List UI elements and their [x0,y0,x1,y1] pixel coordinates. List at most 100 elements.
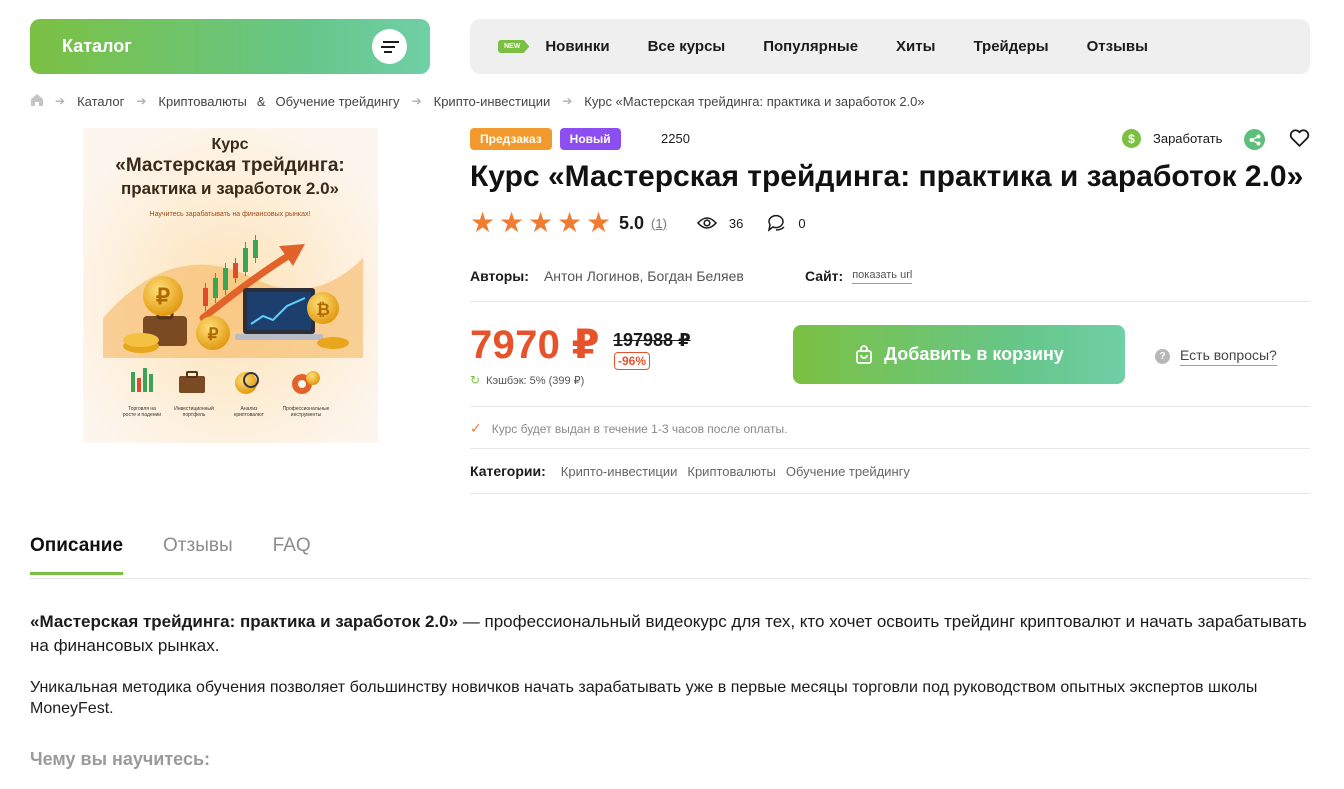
cover-line-3: практика и заработок 2.0» [121,179,339,198]
categories-row: Категории: Крипто-инвестиции Криптовалют… [470,463,920,479]
rating-row: ★ ★ ★ ★ ★ 5.0 (1) 36 0 [470,209,806,237]
breadcrumb-crypto[interactable]: Криптовалюты [158,94,246,109]
views-counter: 36 [696,215,744,231]
share-icon[interactable] [1244,129,1265,150]
site-row: Сайт: показать url [805,268,913,284]
star-rating[interactable]: ★ ★ ★ ★ ★ [470,209,615,237]
rating-count-link[interactable]: (1) [651,216,667,231]
nav-link-traders[interactable]: Трейдеры [973,38,1048,55]
product-title: Курс «Мастерская трейдинга: практика и з… [470,160,1304,193]
add-to-cart-label: Добавить в корзину [884,344,1064,364]
tab-reviews[interactable]: Отзывы [163,535,233,575]
nav-link-hits[interactable]: Хиты [896,38,935,55]
authors-value[interactable]: Антон Логинов, Богдан Беляев [544,268,744,284]
star-icon: ★ [499,207,525,238]
questions-label: Есть вопросы? [1180,347,1277,366]
categories-label: Категории: [470,463,546,479]
star-icon: ★ [557,207,583,238]
breadcrumb-current: Курс «Мастерская трейдинга: практика и з… [584,93,925,109]
heart-icon[interactable] [1289,128,1310,153]
show-url-link[interactable]: показать url [852,269,913,284]
category-tag[interactable]: Криптовалюты [687,464,775,479]
description-paragraph-1: «Мастерская трейдинга: практика и зарабо… [30,610,1310,658]
dollar-coin-icon: $ [1122,129,1141,148]
cashback: ↻ Кэшбэк: 5% (399 ₽) [470,373,584,387]
tab-description[interactable]: Описание [30,535,124,575]
breadcrumb-trading[interactable]: Обучение трейдингу [276,94,400,109]
divider [470,301,1310,302]
breadcrumb-ampersand: & [256,93,266,109]
old-price: 197988 ₽ [613,330,691,350]
nav-link-popular[interactable]: Популярные [763,38,858,55]
description-course-name: «Мастерская трейдинга: практика и зарабо… [30,612,459,631]
home-icon[interactable] [31,93,43,109]
svg-text:Инвестиционный: Инвестиционный [174,405,214,412]
svg-text:росте и падении: росте и падении [123,412,161,418]
breadcrumb-crypto-investments[interactable]: Крипто-инвестиции [434,94,551,109]
authors-row: Авторы: Антон Логинов, Богдан Беляев [470,268,744,284]
question-icon: ? [1155,349,1170,364]
svg-text:портфель: портфель [183,412,206,418]
arrow-right-icon: ➔ [136,94,147,108]
divider [470,406,1310,407]
preorder-badge: Предзаказ [470,128,552,150]
comments-count: 0 [798,215,806,231]
star-icon: ★ [586,207,612,238]
svg-text:криптовалют: криптовалют [234,412,264,418]
refresh-icon: ↻ [470,373,481,387]
new-product-badge: Новый [559,128,621,150]
delivery-note: ✓ Курс будет выдан в течение 1-3 часов п… [470,420,788,437]
catalog-button[interactable]: Каталог [30,19,430,74]
shopping-bag-icon [854,344,874,365]
check-icon: ✓ [470,420,482,436]
comments-counter[interactable]: 0 [767,214,806,232]
cover-tagline: Научитесь зарабатывать на финансовых рын… [150,210,311,218]
star-icon: ★ [470,207,496,238]
product-cover-image[interactable]: Курс «Мастерская трейдинга: практика и з… [83,128,378,443]
product-code: 2250 [661,131,690,146]
category-tag[interactable]: Обучение трейдингу [786,464,910,479]
breadcrumb-catalog[interactable]: Каталог [77,94,124,109]
breadcrumb: ➔ Каталог ➔ Криптовалюты & Обучение трей… [31,93,925,109]
discount-badge: -96% [614,352,651,370]
add-to-cart-button[interactable]: Добавить в корзину [793,325,1125,384]
divider [470,448,1310,449]
eye-icon [696,217,717,229]
cover-line-2: «Мастерская трейдинга: [115,155,344,176]
cover-line-1: Курс [211,136,248,153]
new-badge: NEW [498,40,530,53]
svg-text:₽: ₽ [156,284,170,309]
tabs-divider [30,578,1310,579]
star-icon: ★ [528,207,554,238]
delivery-text: Курс будет выдан в течение 1-3 часов пос… [491,421,788,436]
authors-label: Авторы: [470,268,529,284]
catalog-label: Каталог [62,36,132,56]
nav-link-new[interactable]: Новинки [545,38,609,55]
divider [470,493,1310,494]
svg-text:₽: ₽ [208,325,219,344]
price: 7970 ₽ [470,323,600,367]
arrow-right-icon: ➔ [411,94,422,108]
top-navigation: NEW Новинки Все курсы Популярные Хиты Тр… [470,19,1310,74]
svg-text:₿: ₿ [316,300,330,319]
earn-button[interactable]: $ Заработать [1122,129,1222,148]
description-paragraph-2: Уникальная методика обучения позволяет б… [30,679,1258,717]
questions-link[interactable]: ? Есть вопросы? [1155,347,1277,366]
tab-faq[interactable]: FAQ [273,535,311,575]
arrow-right-icon: ➔ [562,94,573,108]
rating-value: 5.0 [619,212,645,233]
nav-link-reviews[interactable]: Отзывы [1087,38,1148,55]
nav-link-all-courses[interactable]: Все курсы [648,38,726,55]
cashback-text: Кэшбэк: 5% (399 ₽) [486,374,585,387]
site-label: Сайт: [805,268,844,284]
content-tabs: Описание Отзывы FAQ [30,535,351,575]
learn-heading: Чему вы научитесь: [30,749,211,769]
comments-icon [768,214,785,232]
category-tag[interactable]: Крипто-инвестиции [561,464,678,479]
svg-text:инструменты: инструменты [291,412,322,418]
product-badges: Предзаказ Новый [470,128,629,150]
views-count: 36 [728,215,744,231]
earn-label: Заработать [1153,131,1223,146]
menu-icon[interactable] [372,29,407,64]
arrow-right-icon: ➔ [55,94,66,108]
